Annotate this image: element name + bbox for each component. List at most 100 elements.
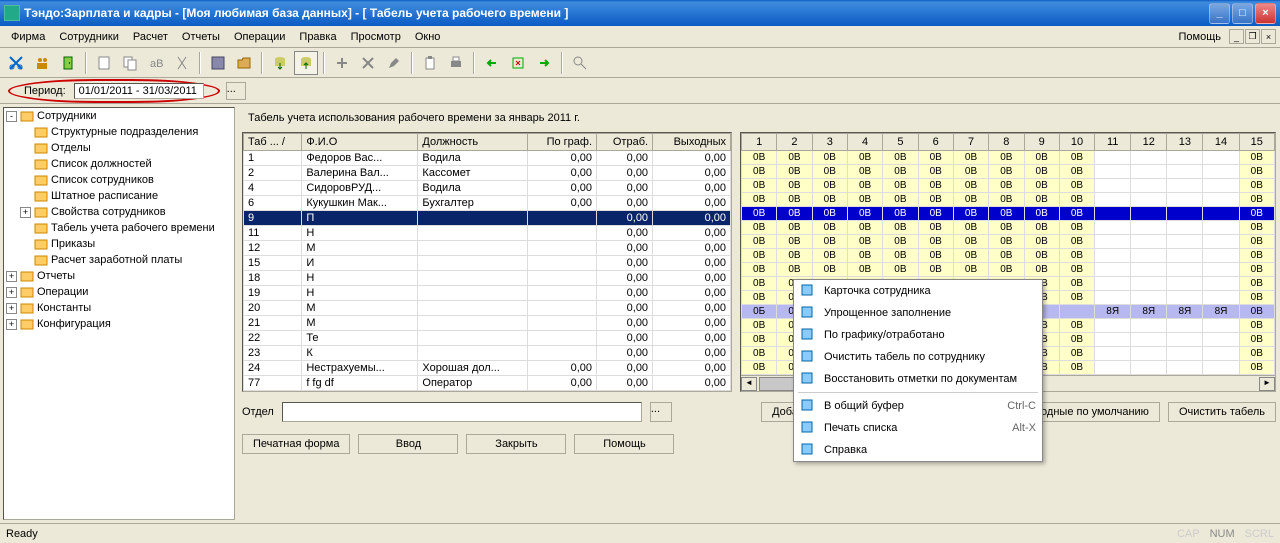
tool-print-icon[interactable]: [444, 51, 468, 75]
tool-refresh-icon[interactable]: [506, 51, 530, 75]
mdi-restore-button[interactable]: ❐: [1245, 29, 1260, 44]
dept-input[interactable]: [282, 402, 642, 422]
menu-операции[interactable]: Операции: [227, 29, 292, 45]
tool-zoom-icon[interactable]: [568, 51, 592, 75]
tool-add-icon[interactable]: [330, 51, 354, 75]
employee-table[interactable]: Таб ... /Ф.И.ОДолжностьПо граф.Отраб.Вых…: [242, 132, 732, 392]
day-header[interactable]: 12: [1131, 134, 1167, 151]
tool-font-icon[interactable]: аВ: [144, 51, 168, 75]
period-browse-button[interactable]: ...: [226, 82, 246, 100]
tool-delete-icon[interactable]: [356, 51, 380, 75]
table-row[interactable]: 20М0,000,00: [244, 301, 731, 316]
day-header[interactable]: 2: [777, 134, 812, 151]
tool-new-icon[interactable]: [92, 51, 116, 75]
menu-отчеты[interactable]: Отчеты: [175, 29, 227, 45]
tree-item[interactable]: Приказы: [4, 236, 234, 252]
tool-scissors-icon[interactable]: [4, 51, 28, 75]
table-row[interactable]: 11Н0,000,00: [244, 226, 731, 241]
table-row[interactable]: 9П0,000,00: [244, 211, 731, 226]
day-header[interactable]: 3: [812, 134, 847, 151]
tree-item[interactable]: +Константы: [4, 300, 234, 316]
tree-panel[interactable]: -СотрудникиСтруктурные подразделенияОтде…: [3, 107, 235, 520]
mdi-close-button[interactable]: ×: [1261, 29, 1276, 44]
tree-item[interactable]: Штатное расписание: [4, 188, 234, 204]
table-row[interactable]: 4СидоровРУД...Водила0,000,000,00: [244, 181, 731, 196]
bottom-button[interactable]: Закрыть: [466, 434, 566, 454]
menu-расчет[interactable]: Расчет: [126, 29, 175, 45]
tool-db-up-icon[interactable]: [268, 51, 292, 75]
action-button[interactable]: Очистить табель: [1168, 402, 1276, 422]
tree-item[interactable]: Расчет заработной платы: [4, 252, 234, 268]
table-row[interactable]: 23К0,000,00: [244, 346, 731, 361]
table-row[interactable]: 77f fg dfОператор0,000,000,00: [244, 376, 731, 391]
day-header[interactable]: 6: [918, 134, 953, 151]
day-header[interactable]: 4: [847, 134, 882, 151]
context-menu-item[interactable]: Упрощенное заполнение: [794, 302, 1042, 324]
day-header[interactable]: 11: [1095, 134, 1131, 151]
table-row[interactable]: 15И0,000,00: [244, 256, 731, 271]
menu-просмотр[interactable]: Просмотр: [344, 29, 408, 45]
maximize-button[interactable]: □: [1232, 3, 1253, 24]
day-header[interactable]: 9: [1024, 134, 1059, 151]
tool-arrow-right-icon[interactable]: [532, 51, 556, 75]
day-header[interactable]: 1: [742, 134, 777, 151]
table-row[interactable]: 21М0,000,00: [244, 316, 731, 331]
timesheet-row[interactable]: 0В0В0В0В0В0В0В0В0В0В0В: [742, 221, 1275, 235]
tree-item[interactable]: +Конфигурация: [4, 316, 234, 332]
menu-сотрудники[interactable]: Сотрудники: [52, 29, 126, 45]
tool-open-icon[interactable]: [232, 51, 256, 75]
table-row[interactable]: 22Те0,000,00: [244, 331, 731, 346]
tree-item[interactable]: -Сотрудники: [4, 108, 234, 124]
menu-правка[interactable]: Правка: [292, 29, 343, 45]
tool-copy-icon[interactable]: [118, 51, 142, 75]
close-button[interactable]: ×: [1255, 3, 1276, 24]
tree-item[interactable]: Табель учета рабочего времени: [4, 220, 234, 236]
tree-item[interactable]: Список должностей: [4, 156, 234, 172]
timesheet-row[interactable]: 0В0В0В0В0В0В0В0В0В0В0В: [742, 249, 1275, 263]
tool-arrow-left-icon[interactable]: [480, 51, 504, 75]
mdi-minimize-button[interactable]: _: [1229, 29, 1244, 44]
col-header[interactable]: Отраб.: [597, 134, 653, 151]
tool-db-down-icon[interactable]: [294, 51, 318, 75]
bottom-button[interactable]: Помощь: [574, 434, 674, 454]
col-header[interactable]: Должность: [418, 134, 528, 151]
timesheet-row[interactable]: 0В0В0В0В0В0В0В0В0В0В0В: [742, 207, 1275, 221]
table-row[interactable]: 18Н0,000,00: [244, 271, 731, 286]
tree-item[interactable]: +Отчеты: [4, 268, 234, 284]
day-header[interactable]: 8: [989, 134, 1024, 151]
tree-item[interactable]: Список сотрудников: [4, 172, 234, 188]
day-header[interactable]: 10: [1059, 134, 1094, 151]
context-menu-item[interactable]: Карточка сотрудника: [794, 280, 1042, 302]
day-header[interactable]: 13: [1167, 134, 1203, 151]
tool-edit-icon[interactable]: [382, 51, 406, 75]
col-header[interactable]: Ф.И.О: [302, 134, 418, 151]
context-menu-item[interactable]: В общий буферCtrl-C: [794, 395, 1042, 417]
context-menu-item[interactable]: Печать спискаAlt-X: [794, 417, 1042, 439]
table-row[interactable]: 24Нестрахуемы...Хорошая дол...0,000,000,…: [244, 361, 731, 376]
timesheet-row[interactable]: 0В0В0В0В0В0В0В0В0В0В0В: [742, 179, 1275, 193]
table-row[interactable]: 6Кукушкин Мак...Бухгалтер0,000,000,00: [244, 196, 731, 211]
tree-item[interactable]: +Свойства сотрудников: [4, 204, 234, 220]
timesheet-row[interactable]: 0В0В0В0В0В0В0В0В0В0В0В: [742, 235, 1275, 249]
minimize-button[interactable]: _: [1209, 3, 1230, 24]
tool-door-icon[interactable]: [56, 51, 80, 75]
table-row[interactable]: 2Валерина Вал...Кассомет0,000,000,00: [244, 166, 731, 181]
table-row[interactable]: 1Федоров Вас...Водила0,000,000,00: [244, 151, 731, 166]
tree-item[interactable]: +Операции: [4, 284, 234, 300]
tool-save-icon[interactable]: [206, 51, 230, 75]
context-menu-item[interactable]: По графику/отработано: [794, 324, 1042, 346]
day-header[interactable]: 5: [883, 134, 918, 151]
col-header[interactable]: Выходных: [653, 134, 731, 151]
menu-окно[interactable]: Окно: [408, 29, 448, 45]
context-menu-item[interactable]: Справка: [794, 439, 1042, 461]
col-header[interactable]: По граф.: [528, 134, 597, 151]
tool-clipboard-icon[interactable]: [418, 51, 442, 75]
day-header[interactable]: 15: [1239, 134, 1274, 151]
timesheet-row[interactable]: 0В0В0В0В0В0В0В0В0В0В0В: [742, 151, 1275, 165]
day-header[interactable]: 7: [953, 134, 988, 151]
table-row[interactable]: 19Н0,000,00: [244, 286, 731, 301]
dept-browse-button[interactable]: ...: [650, 402, 672, 422]
tree-item[interactable]: Структурные подразделения: [4, 124, 234, 140]
tool-people-icon[interactable]: [30, 51, 54, 75]
period-input[interactable]: 01/01/2011 - 31/03/2011: [74, 83, 204, 99]
